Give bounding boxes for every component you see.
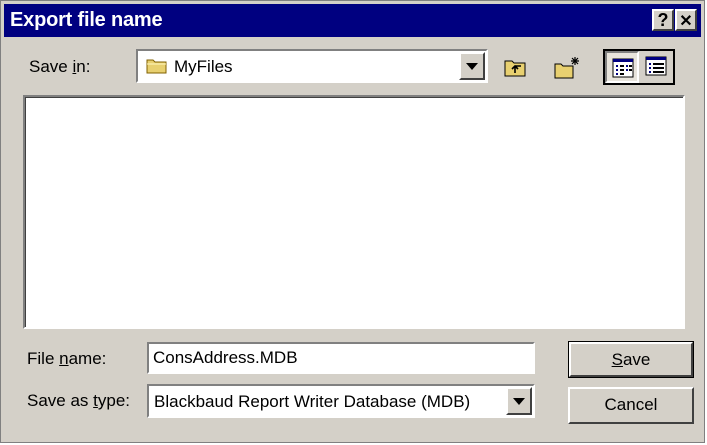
help-button[interactable]: ? xyxy=(652,9,674,31)
save-as-type-label: Save as type: xyxy=(27,391,131,410)
create-new-folder-button[interactable] xyxy=(549,51,583,83)
up-one-level-button[interactable] xyxy=(499,51,533,83)
new-folder-icon xyxy=(554,57,579,79)
title-bar: Export file name ? ✕ xyxy=(4,4,701,37)
save-button[interactable]: Save xyxy=(568,341,694,378)
save-as-type-dropdown[interactable]: Blackbaud Report Writer Database (MDB) xyxy=(147,384,535,418)
view-buttons xyxy=(603,49,675,85)
export-file-dialog: Export file name ? ✕ Save in: MyFiles Fi… xyxy=(0,0,705,443)
file-name-input[interactable] xyxy=(147,342,535,374)
save-as-type-value: Blackbaud Report Writer Database (MDB) xyxy=(154,392,471,411)
save-as-type-dropdown-button[interactable] xyxy=(506,387,532,415)
details-view-icon xyxy=(645,56,667,76)
cancel-button[interactable]: Cancel xyxy=(568,387,694,424)
details-view-button[interactable] xyxy=(640,51,674,83)
folder-icon xyxy=(146,59,167,74)
help-icon: ? xyxy=(657,10,669,30)
chevron-down-icon xyxy=(466,63,478,70)
list-view-icon xyxy=(612,58,634,78)
close-button[interactable]: ✕ xyxy=(675,9,697,31)
file-list[interactable] xyxy=(23,95,685,329)
save-in-dropdown[interactable]: MyFiles xyxy=(136,49,488,83)
chevron-down-icon xyxy=(513,398,525,405)
save-in-dropdown-button[interactable] xyxy=(459,52,485,80)
close-icon: ✕ xyxy=(679,13,693,30)
dialog-title: Export file name xyxy=(10,9,163,31)
list-view-button[interactable] xyxy=(605,51,639,83)
save-in-label: Save in: xyxy=(29,57,91,76)
save-in-value: MyFiles xyxy=(174,57,233,76)
file-name-label: File name: xyxy=(27,349,107,368)
up-folder-icon xyxy=(504,60,526,77)
